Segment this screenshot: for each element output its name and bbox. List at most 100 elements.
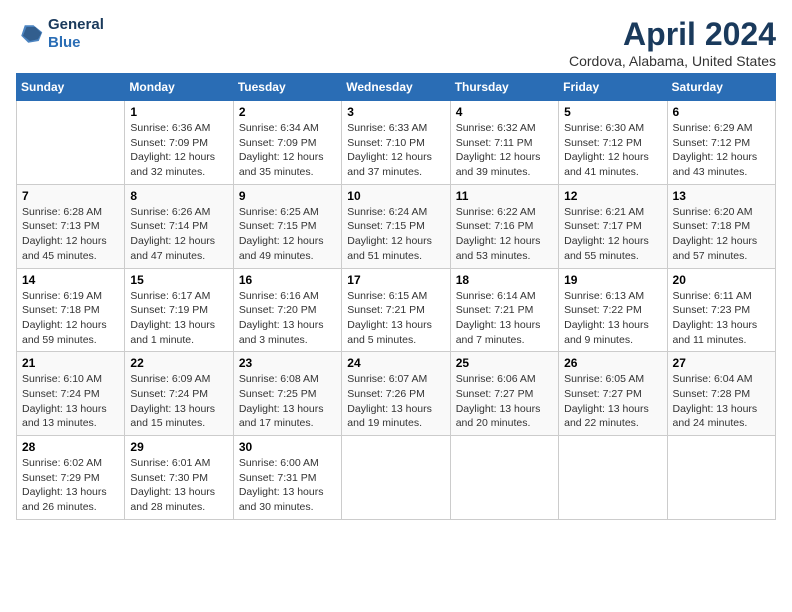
day-info: Sunrise: 6:30 AMSunset: 7:12 PMDaylight:… xyxy=(564,121,661,180)
day-number: 23 xyxy=(239,356,336,370)
day-number: 22 xyxy=(130,356,227,370)
week-row-5: 28 Sunrise: 6:02 AMSunset: 7:29 PMDayligh… xyxy=(17,436,776,520)
day-cell: 25 Sunrise: 6:06 AMSunset: 7:27 PMDayligh… xyxy=(450,352,558,436)
day-number: 21 xyxy=(22,356,119,370)
logo: General Blue xyxy=(16,16,104,52)
day-cell: 20 Sunrise: 6:11 AMSunset: 7:23 PMDayligh… xyxy=(667,268,775,352)
day-cell: 8Sunrise: 6:26 AMSunset: 7:14 PMDaylight… xyxy=(125,184,233,268)
day-info: Sunrise: 6:26 AMSunset: 7:14 PMDaylight:… xyxy=(130,205,227,264)
day-cell: 12 Sunrise: 6:21 AMSunset: 7:17 PMDayligh… xyxy=(559,184,667,268)
day-info: Sunrise: 6:04 AMSunset: 7:28 PMDaylight:… xyxy=(673,372,770,431)
logo-icon xyxy=(16,20,44,48)
day-cell: 24 Sunrise: 6:07 AMSunset: 7:26 PMDayligh… xyxy=(342,352,450,436)
day-info: Sunrise: 6:09 AMSunset: 7:24 PMDaylight:… xyxy=(130,372,227,431)
month-title: April 2024 xyxy=(569,16,776,53)
day-number: 2 xyxy=(239,105,336,119)
day-info: Sunrise: 6:15 AMSunset: 7:21 PMDaylight:… xyxy=(347,289,444,348)
col-header-sunday: Sunday xyxy=(17,74,125,101)
week-row-3: 14Sunrise: 6:19 AMSunset: 7:18 PMDayligh… xyxy=(17,268,776,352)
day-number: 19 xyxy=(564,273,661,287)
day-number: 17 xyxy=(347,273,444,287)
day-cell: 23 Sunrise: 6:08 AMSunset: 7:25 PMDayligh… xyxy=(233,352,341,436)
day-cell: 6Sunrise: 6:29 AMSunset: 7:12 PMDaylight… xyxy=(667,101,775,185)
day-cell: 11Sunrise: 6:22 AMSunset: 7:16 PMDayligh… xyxy=(450,184,558,268)
day-cell: 5 Sunrise: 6:30 AMSunset: 7:12 PMDaylight… xyxy=(559,101,667,185)
day-info: Sunrise: 6:22 AMSunset: 7:16 PMDaylight:… xyxy=(456,205,553,264)
day-cell: 15 Sunrise: 6:17 AMSunset: 7:19 PMDayligh… xyxy=(125,268,233,352)
day-info: Sunrise: 6:20 AMSunset: 7:18 PMDaylight:… xyxy=(673,205,770,264)
day-info: Sunrise: 6:24 AMSunset: 7:15 PMDaylight:… xyxy=(347,205,444,264)
day-number: 29 xyxy=(130,440,227,454)
col-header-monday: Monday xyxy=(125,74,233,101)
week-row-1: 1Sunrise: 6:36 AMSunset: 7:09 PMDaylight… xyxy=(17,101,776,185)
day-number: 5 xyxy=(564,105,661,119)
day-info: Sunrise: 6:34 AMSunset: 7:09 PMDaylight:… xyxy=(239,121,336,180)
day-cell xyxy=(17,101,125,185)
day-info: Sunrise: 6:16 AMSunset: 7:20 PMDaylight:… xyxy=(239,289,336,348)
day-cell: 14Sunrise: 6:19 AMSunset: 7:18 PMDayligh… xyxy=(17,268,125,352)
day-cell: 26 Sunrise: 6:05 AMSunset: 7:27 PMDayligh… xyxy=(559,352,667,436)
week-row-4: 21Sunrise: 6:10 AMSunset: 7:24 PMDayligh… xyxy=(17,352,776,436)
col-header-tuesday: Tuesday xyxy=(233,74,341,101)
day-cell xyxy=(342,436,450,520)
day-number: 14 xyxy=(22,273,119,287)
day-info: Sunrise: 6:07 AMSunset: 7:26 PMDaylight:… xyxy=(347,372,444,431)
day-cell: 9 Sunrise: 6:25 AMSunset: 7:15 PMDaylight… xyxy=(233,184,341,268)
day-number: 7 xyxy=(22,189,119,203)
day-cell: 4Sunrise: 6:32 AMSunset: 7:11 PMDaylight… xyxy=(450,101,558,185)
day-cell: 21Sunrise: 6:10 AMSunset: 7:24 PMDayligh… xyxy=(17,352,125,436)
day-info: Sunrise: 6:29 AMSunset: 7:12 PMDaylight:… xyxy=(673,121,770,180)
day-cell: 27Sunrise: 6:04 AMSunset: 7:28 PMDayligh… xyxy=(667,352,775,436)
day-cell xyxy=(667,436,775,520)
day-number: 26 xyxy=(564,356,661,370)
day-number: 28 xyxy=(22,440,119,454)
day-cell: 3 Sunrise: 6:33 AMSunset: 7:10 PMDaylight… xyxy=(342,101,450,185)
day-number: 13 xyxy=(673,189,770,203)
day-info: Sunrise: 6:25 AMSunset: 7:15 PMDaylight:… xyxy=(239,205,336,264)
col-header-friday: Friday xyxy=(559,74,667,101)
day-info: Sunrise: 6:01 AMSunset: 7:30 PMDaylight:… xyxy=(130,456,227,515)
day-info: Sunrise: 6:02 AMSunset: 7:29 PMDaylight:… xyxy=(22,456,119,515)
col-header-thursday: Thursday xyxy=(450,74,558,101)
day-cell: 22 Sunrise: 6:09 AMSunset: 7:24 PMDayligh… xyxy=(125,352,233,436)
day-cell: 7 Sunrise: 6:28 AMSunset: 7:13 PMDaylight… xyxy=(17,184,125,268)
day-info: Sunrise: 6:33 AMSunset: 7:10 PMDaylight:… xyxy=(347,121,444,180)
day-info: Sunrise: 6:14 AMSunset: 7:21 PMDaylight:… xyxy=(456,289,553,348)
day-cell: 28 Sunrise: 6:02 AMSunset: 7:29 PMDayligh… xyxy=(17,436,125,520)
day-cell: 2 Sunrise: 6:34 AMSunset: 7:09 PMDaylight… xyxy=(233,101,341,185)
day-number: 9 xyxy=(239,189,336,203)
day-info: Sunrise: 6:08 AMSunset: 7:25 PMDaylight:… xyxy=(239,372,336,431)
day-info: Sunrise: 6:21 AMSunset: 7:17 PMDaylight:… xyxy=(564,205,661,264)
col-header-saturday: Saturday xyxy=(667,74,775,101)
day-info: Sunrise: 6:13 AMSunset: 7:22 PMDaylight:… xyxy=(564,289,661,348)
day-cell: 19 Sunrise: 6:13 AMSunset: 7:22 PMDayligh… xyxy=(559,268,667,352)
title-area: April 2024 Cordova, Alabama, United Stat… xyxy=(569,16,776,69)
day-number: 3 xyxy=(347,105,444,119)
day-info: Sunrise: 6:11 AMSunset: 7:23 PMDaylight:… xyxy=(673,289,770,348)
day-number: 20 xyxy=(673,273,770,287)
day-cell: 13 Sunrise: 6:20 AMSunset: 7:18 PMDayligh… xyxy=(667,184,775,268)
day-number: 12 xyxy=(564,189,661,203)
day-number: 30 xyxy=(239,440,336,454)
day-number: 24 xyxy=(347,356,444,370)
day-cell: 30Sunrise: 6:00 AMSunset: 7:31 PMDayligh… xyxy=(233,436,341,520)
day-info: Sunrise: 6:36 AMSunset: 7:09 PMDaylight:… xyxy=(130,121,227,180)
day-number: 18 xyxy=(456,273,553,287)
day-number: 16 xyxy=(239,273,336,287)
day-info: Sunrise: 6:05 AMSunset: 7:27 PMDaylight:… xyxy=(564,372,661,431)
day-cell: 1Sunrise: 6:36 AMSunset: 7:09 PMDaylight… xyxy=(125,101,233,185)
day-cell: 18 Sunrise: 6:14 AMSunset: 7:21 PMDayligh… xyxy=(450,268,558,352)
day-info: Sunrise: 6:17 AMSunset: 7:19 PMDaylight:… xyxy=(130,289,227,348)
day-cell xyxy=(450,436,558,520)
page-header: General Blue April 2024 Cordova, Alabama… xyxy=(16,16,776,69)
day-number: 15 xyxy=(130,273,227,287)
day-info: Sunrise: 6:06 AMSunset: 7:27 PMDaylight:… xyxy=(456,372,553,431)
day-cell: 17 Sunrise: 6:15 AMSunset: 7:21 PMDayligh… xyxy=(342,268,450,352)
calendar-table: SundayMondayTuesdayWednesdayThursdayFrid… xyxy=(16,73,776,520)
day-cell xyxy=(559,436,667,520)
day-number: 25 xyxy=(456,356,553,370)
day-number: 4 xyxy=(456,105,553,119)
logo-text: General Blue xyxy=(48,16,104,52)
day-cell: 29 Sunrise: 6:01 AMSunset: 7:30 PMDayligh… xyxy=(125,436,233,520)
day-info: Sunrise: 6:28 AMSunset: 7:13 PMDaylight:… xyxy=(22,205,119,264)
